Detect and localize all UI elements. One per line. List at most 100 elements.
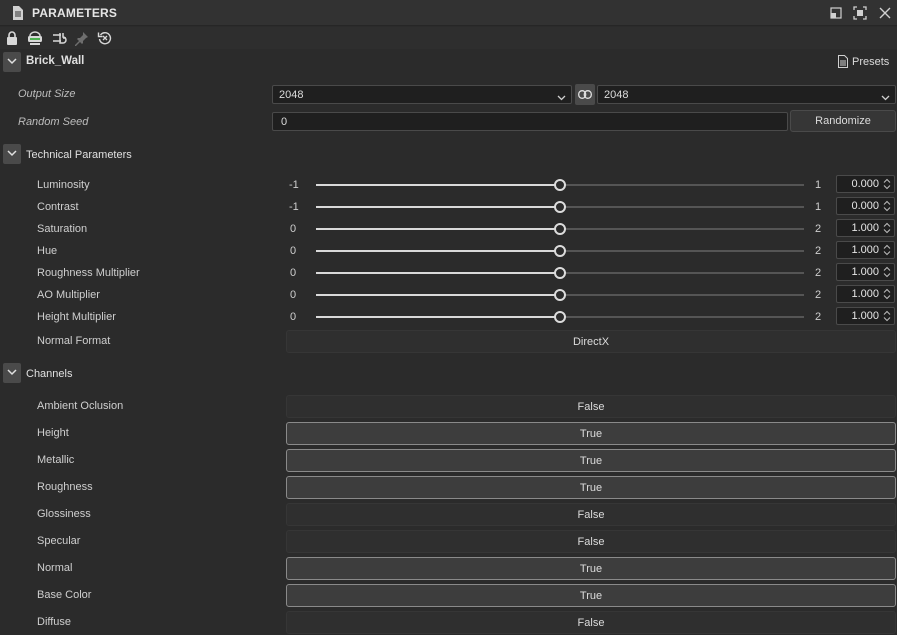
slider-handle[interactable] (554, 245, 566, 257)
channel-toggle[interactable]: False (286, 611, 896, 634)
presets-icon[interactable] (838, 55, 848, 71)
slider-value-input[interactable]: 1.000 (836, 307, 895, 325)
slider-fill (316, 206, 560, 208)
channel-label: Height (37, 427, 69, 439)
slider-fill (316, 184, 560, 186)
slider-value: 1.000 (851, 288, 879, 300)
random-seed-input[interactable]: 0 (272, 112, 788, 131)
random-seed-label: Random Seed (18, 116, 89, 128)
close-icon[interactable] (878, 6, 892, 20)
slider-min-value: -1 (289, 179, 299, 191)
channel-label: Ambient Oclusion (37, 400, 124, 412)
slider-min-value: -1 (289, 201, 299, 213)
node-output-icon[interactable] (27, 30, 43, 46)
chevron-down-icon (557, 92, 566, 104)
channel-label: Normal (37, 562, 73, 574)
slider-value-input[interactable]: 1.000 (836, 219, 895, 237)
slider-handle[interactable] (554, 289, 566, 301)
spinner-arrows-icon[interactable] (883, 310, 891, 325)
channel-label: Specular (37, 535, 81, 547)
channels-collapse-button[interactable] (3, 363, 21, 383)
spinner-arrows-icon[interactable] (883, 244, 891, 259)
slider-value-input[interactable]: 0.000 (836, 197, 895, 215)
graph-header: Brick_Wall Presets (0, 50, 897, 74)
slider-max-value: 2 (815, 245, 822, 257)
plug-icon[interactable] (51, 30, 67, 46)
reset-icon[interactable] (97, 30, 113, 46)
slider-value-input[interactable]: 1.000 (836, 285, 895, 303)
spinner-arrows-icon[interactable] (883, 288, 891, 303)
slider-label: AO Multiplier (37, 289, 100, 301)
parameters-toolbar (0, 27, 897, 49)
spinner-arrows-icon[interactable] (883, 178, 891, 193)
slider-handle[interactable] (554, 179, 566, 191)
slider-fill (316, 316, 560, 318)
slider-value-input[interactable]: 0.000 (836, 175, 895, 193)
slider-fill (316, 228, 560, 230)
spinner-arrows-icon[interactable] (883, 222, 891, 237)
channel-toggle[interactable]: False (286, 530, 896, 553)
dock-icon[interactable] (829, 6, 843, 20)
output-height-value: 2048 (604, 89, 629, 101)
slider-value: 0.000 (851, 200, 879, 212)
slider-value: 1.000 (851, 310, 879, 322)
output-height-select[interactable]: 2048 (597, 85, 896, 104)
normal-format-label: Normal Format (37, 335, 111, 347)
technical-section-title: Technical Parameters (26, 149, 132, 161)
slider-min-value: 0 (290, 289, 297, 301)
spinner-arrows-icon[interactable] (883, 266, 891, 281)
channel-toggle[interactable]: True (286, 557, 896, 580)
link-size-button[interactable] (575, 84, 595, 105)
slider-max-value: 2 (815, 267, 822, 279)
slider-max-value: 2 (815, 289, 822, 301)
channel-toggle[interactable]: False (286, 395, 896, 418)
presets-button[interactable]: Presets (852, 56, 889, 68)
slider-label: Hue (37, 245, 58, 257)
slider-min-value: 0 (290, 311, 297, 323)
slider-handle[interactable] (554, 201, 566, 213)
channels-section-title: Channels (26, 368, 73, 380)
slider-label: Roughness Multiplier (37, 267, 140, 279)
slider-label: Saturation (37, 223, 88, 235)
slider-value: 1.000 (851, 222, 879, 234)
slider-handle[interactable] (554, 267, 566, 279)
slider-handle[interactable] (554, 311, 566, 323)
slider-min-value: 0 (290, 223, 297, 235)
document-icon (12, 6, 23, 23)
normal-format-select[interactable]: DirectX (286, 330, 896, 353)
panel-titlebar: PARAMETERS (0, 0, 897, 26)
channel-label: Base Color (37, 589, 92, 601)
slider-fill (316, 272, 560, 274)
graph-name: Brick_Wall (26, 55, 85, 67)
graph-collapse-button[interactable] (3, 52, 21, 72)
slider-max-value: 1 (815, 201, 822, 213)
panel-title: PARAMETERS (32, 6, 118, 20)
output-width-value: 2048 (279, 89, 304, 101)
chevron-down-icon (881, 92, 890, 104)
maximize-icon[interactable] (853, 6, 867, 20)
slider-max-value: 2 (815, 223, 822, 235)
slider-label: Height Multiplier (37, 311, 116, 323)
channel-toggle[interactable]: True (286, 422, 896, 445)
technical-collapse-button[interactable] (3, 144, 21, 164)
pin-icon[interactable] (74, 30, 90, 46)
spinner-arrows-icon[interactable] (883, 200, 891, 215)
output-width-select[interactable]: 2048 (272, 85, 572, 104)
slider-value: 1.000 (851, 266, 879, 278)
slider-label: Contrast (37, 201, 79, 213)
channel-toggle[interactable]: True (286, 476, 896, 499)
channel-label: Glossiness (37, 508, 91, 520)
slider-min-value: 0 (290, 267, 297, 279)
slider-handle[interactable] (554, 223, 566, 235)
channel-toggle[interactable]: False (286, 503, 896, 526)
channel-label: Metallic (37, 454, 75, 466)
slider-label: Luminosity (37, 179, 90, 191)
slider-value: 1.000 (851, 244, 879, 256)
slider-value-input[interactable]: 1.000 (836, 241, 895, 259)
slider-fill (316, 294, 560, 296)
channel-toggle[interactable]: True (286, 449, 896, 472)
slider-value-input[interactable]: 1.000 (836, 263, 895, 281)
lock-icon[interactable] (4, 30, 20, 46)
randomize-button[interactable]: Randomize (790, 110, 896, 132)
channel-toggle[interactable]: True (286, 584, 896, 607)
